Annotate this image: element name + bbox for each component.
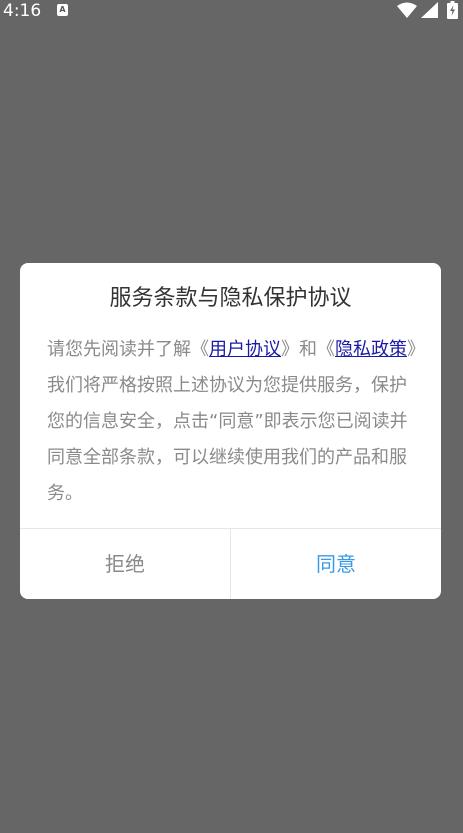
battery-icon	[447, 1, 458, 19]
body-text-rest: 》我们将严格按照上述协议为您提供服务，保护您的信息安全，点击“同意”即表示您已阅…	[47, 339, 416, 504]
user-agreement-link[interactable]: 用户协议	[209, 339, 281, 360]
terms-privacy-dialog: 服务条款与隐私保护协议 请您先阅读并了解《用户协议》和《隐私政策》我们将严格按照…	[20, 263, 441, 599]
signal-icon	[421, 2, 438, 18]
decline-button[interactable]: 拒绝	[20, 529, 230, 599]
body-text-and: 》和《	[281, 339, 335, 360]
status-time: 4:16	[3, 1, 42, 21]
dialog-title: 服务条款与隐私保护协议	[109, 286, 352, 311]
dialog-body: 请您先阅读并了解《用户协议》和《隐私政策》我们将严格按照上述协议为您提供服务，保…	[47, 332, 419, 512]
agree-button[interactable]: 同意	[231, 529, 441, 599]
privacy-policy-link[interactable]: 隐私政策	[335, 339, 407, 360]
notification-app-icon: A	[57, 4, 68, 16]
wifi-icon	[397, 2, 417, 18]
body-text-intro: 请您先阅读并了解《	[47, 339, 209, 360]
status-bar: 4:16 A	[0, 0, 463, 24]
